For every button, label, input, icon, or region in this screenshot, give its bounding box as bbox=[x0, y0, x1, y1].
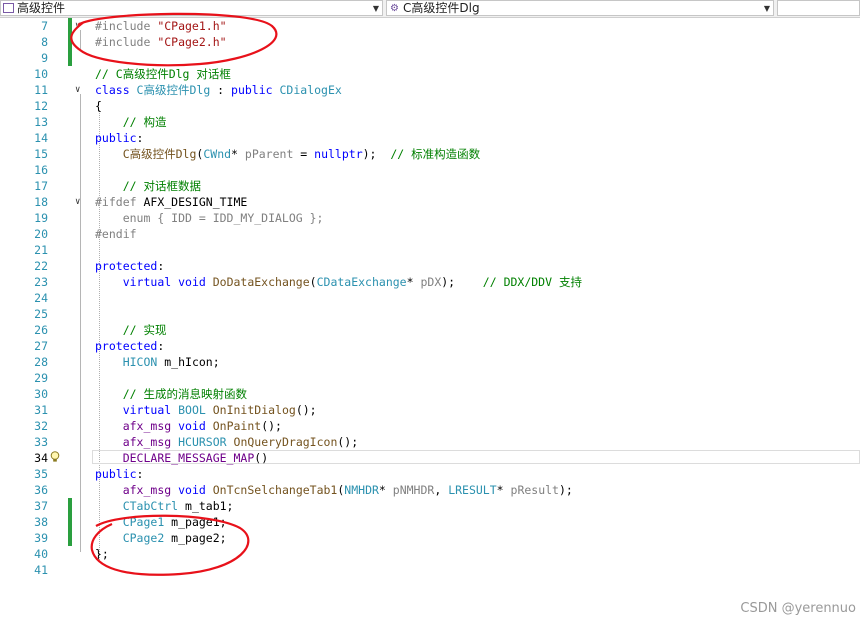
annotation-circle-members bbox=[90, 514, 250, 576]
annotation-circle-include bbox=[70, 12, 278, 67]
watermark: CSDN @yerennuo bbox=[740, 601, 856, 616]
annotation-layer bbox=[70, 12, 278, 576]
